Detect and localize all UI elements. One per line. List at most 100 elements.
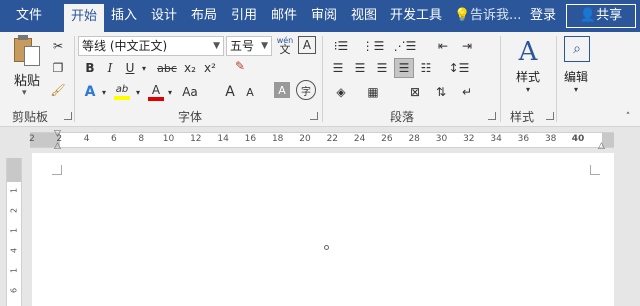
increase-indent-icon[interactable]: ⇥ — [456, 36, 478, 56]
login-link[interactable]: 登录 — [530, 0, 556, 32]
chevron-down-icon[interactable]: ▾ — [134, 82, 142, 102]
vertical-scrollbar[interactable] — [614, 153, 640, 306]
font-name-combo[interactable]: 等线 (中文正文) ▼ — [78, 36, 224, 56]
chevron-down-icon[interactable]: ▾ — [140, 58, 148, 78]
ruler-tick-label: 32 — [463, 134, 475, 144]
tab-design[interactable]: 设计 — [146, 0, 182, 32]
line-spacing-icon[interactable]: ↕☰ — [446, 58, 472, 78]
horizontal-ruler-row: 2 2 4 6 8 10 12 14 16 18 20 22 24 26 28 30 32 34 36 38 40 ▽ … — [0, 127, 640, 153]
editing-button[interactable]: 编辑 — [558, 68, 594, 84]
align-left-icon[interactable]: ☰ — [328, 58, 348, 78]
first-line-indent-marker[interactable]: ▽ — [54, 129, 61, 139]
justify-icon[interactable]: ☰ — [394, 58, 414, 78]
chinese-layout-icon[interactable]: ⊠ — [404, 82, 426, 102]
tab-home[interactable]: 开始 — [64, 4, 104, 32]
multilevel-list-icon[interactable]: ⋰☰ — [392, 36, 418, 56]
paragraph-mark-icon[interactable]: ↵ — [456, 82, 478, 102]
tab-view[interactable]: 视图 — [346, 0, 382, 32]
document-page[interactable] — [32, 153, 614, 306]
separator — [500, 36, 501, 122]
copy-icon[interactable]: ❐ — [48, 58, 68, 78]
clipboard-launcher-icon[interactable] — [64, 112, 72, 120]
italic-button[interactable]: I — [100, 58, 120, 78]
share-button[interactable]: 👤共享 — [566, 4, 636, 28]
chevron-down-icon[interactable]: ▾ — [100, 82, 108, 102]
chevron-down-icon: ▼ — [261, 41, 268, 51]
tab-insert[interactable]: 插入 — [106, 0, 142, 32]
ribbon-home: 粘贴 ▾ ✂ ❐ 🖌 剪贴板 等线 (中文正文) ▼ 五号 ▼ wén 文 A B … — [0, 32, 640, 127]
tab-developer[interactable]: 开发工具 — [386, 0, 446, 32]
clear-formatting-icon[interactable]: ✎ — [230, 56, 250, 76]
lightbulb-icon: 💡 — [454, 8, 471, 23]
tab-file[interactable]: 文件 — [8, 0, 50, 32]
align-center-icon[interactable]: ☰ — [350, 58, 370, 78]
styles-group-label: 样式 — [510, 110, 535, 124]
sort-icon[interactable]: ⇅ — [430, 82, 452, 102]
clipboard-group-label: 剪贴板 — [12, 110, 49, 124]
right-indent-marker[interactable]: △ — [598, 141, 605, 151]
font-size-combo[interactable]: 五号 ▼ — [226, 36, 272, 56]
tab-mailings[interactable]: 邮件 — [266, 0, 302, 32]
styles-button[interactable]: 样式 — [510, 68, 546, 84]
tell-me-box[interactable]: 💡告诉我... — [454, 0, 521, 32]
change-case-icon[interactable]: Aa — [180, 82, 200, 102]
font-launcher-icon[interactable] — [310, 112, 318, 120]
borders-icon[interactable]: ▦ — [360, 82, 386, 102]
ruler-tick-label: 6 — [111, 134, 117, 144]
tab-references[interactable]: 引用 — [226, 0, 262, 32]
ribbon-tab-bar: 文件 开始 插入 设计 布局 引用 邮件 审阅 视图 开发工具 💡告诉我... … — [0, 0, 640, 32]
font-color-button[interactable]: A — [146, 82, 166, 102]
format-painter-icon[interactable]: 🖌 — [48, 80, 68, 100]
chevron-down-icon[interactable]: ▾ — [166, 82, 174, 102]
ruler-tick-label: 18 — [271, 134, 284, 144]
enclose-characters-button[interactable]: 字 — [296, 80, 316, 100]
chevron-down-icon: ▼ — [213, 41, 220, 51]
chevron-down-icon[interactable]: ▾ — [522, 84, 534, 94]
ruler-tick-label: 10 — [162, 134, 175, 144]
font-color-label: A — [151, 82, 161, 97]
bold-button[interactable]: B — [80, 58, 100, 78]
subscript-button[interactable]: x₂ — [180, 58, 200, 78]
chevron-down-icon[interactable]: ▾ — [570, 84, 582, 94]
ruler-tick-label: 4 — [83, 134, 90, 144]
tab-review[interactable]: 审阅 — [306, 0, 342, 32]
strikethrough-button[interactable]: abc — [154, 58, 180, 78]
horizontal-ruler[interactable]: 2 2 4 6 8 10 12 14 16 18 20 22 24 26 28 30 32 34 36 38 40 ▽ … — [29, 129, 614, 151]
shrink-font-button[interactable]: A — [240, 82, 260, 102]
align-right-icon[interactable]: ☰ — [372, 58, 392, 78]
ruler-tick-label: 12 — [190, 134, 202, 144]
font-name-value: 等线 (中文正文) — [82, 39, 168, 53]
ruler-tick-label: 14 — [217, 134, 229, 144]
grow-font-button[interactable]: A — [220, 82, 240, 102]
hanging-indent-marker[interactable]: △ — [54, 141, 61, 151]
cut-icon[interactable]: ✂ — [48, 36, 68, 56]
ruler-tick-label: 22 — [326, 134, 339, 144]
mouse-cursor — [324, 245, 329, 250]
shading-icon[interactable]: ◈ — [328, 82, 354, 102]
ruler-tick-label: 28 — [408, 134, 420, 144]
paragraph-group-label: 段落 — [390, 110, 415, 124]
numbering-icon[interactable]: ⋮☰ — [360, 36, 386, 56]
styles-icon[interactable]: A — [512, 36, 544, 68]
bullets-icon[interactable]: ⁝☰ — [328, 36, 354, 56]
phonetic-guide-button[interactable]: wén 文 — [274, 34, 296, 56]
search-icon[interactable]: ⌕ — [564, 36, 590, 62]
separator — [322, 36, 323, 122]
vertical-ruler[interactable]: 1 2 1 4 1 6 — [6, 158, 22, 306]
character-shading-button[interactable]: A — [274, 82, 290, 98]
text-effects-button[interactable]: A — [80, 82, 100, 102]
decrease-indent-icon[interactable]: ⇤ — [432, 36, 454, 56]
ruler-tick-label: 38 — [544, 134, 557, 144]
ruler-tick-label: 26 — [381, 134, 393, 144]
collapse-ribbon-icon[interactable]: ˄ — [622, 112, 634, 122]
superscript-button[interactable]: x² — [200, 58, 220, 78]
paste-dropdown-icon: ▾ — [22, 88, 27, 98]
styles-launcher-icon[interactable] — [546, 112, 554, 120]
underline-button[interactable]: U — [120, 58, 140, 78]
ruler-tick-label: 40 — [571, 134, 585, 144]
tab-layout[interactable]: 布局 — [186, 0, 222, 32]
character-border-button[interactable]: A — [298, 36, 316, 54]
distributed-icon[interactable]: ☷ — [416, 58, 436, 78]
highlight-button[interactable]: ab — [110, 82, 134, 102]
paragraph-launcher-icon[interactable] — [488, 112, 496, 120]
